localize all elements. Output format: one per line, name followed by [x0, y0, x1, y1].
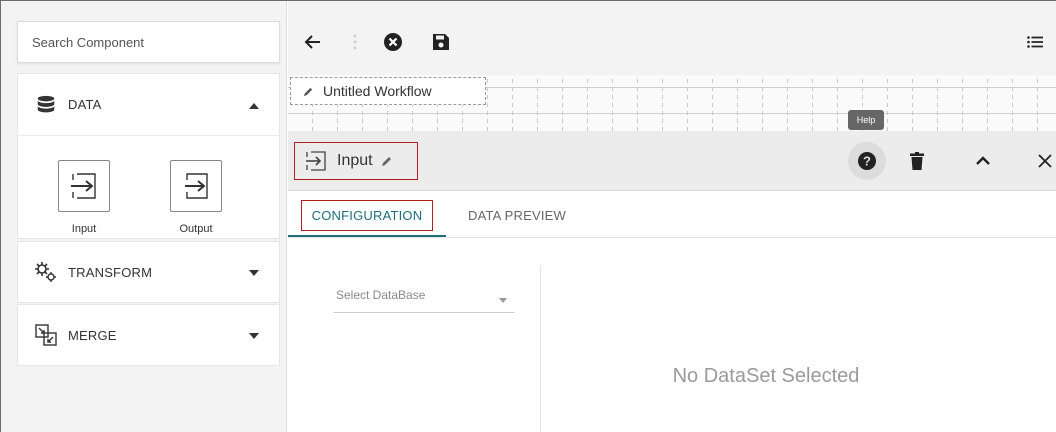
node-title-text: Input [337, 152, 373, 169]
delete-icon[interactable] [904, 148, 930, 174]
merge-section-header[interactable]: MERGE [18, 305, 279, 365]
component-input-label: Input [71, 223, 97, 235]
merge-section-label: MERGE [68, 327, 117, 343]
caret-down-icon[interactable] [249, 263, 259, 281]
pencil-icon[interactable] [381, 155, 393, 167]
save-icon[interactable] [430, 31, 452, 53]
help-tooltip: Help [848, 110, 884, 130]
input-arrow-icon[interactable] [58, 160, 110, 212]
close-circle-icon[interactable] [382, 31, 404, 53]
close-icon[interactable] [1032, 148, 1056, 174]
select-database-placeholder: Select DataBase [336, 287, 426, 302]
help-icon[interactable]: ? [848, 142, 886, 180]
data-section-header[interactable]: DATA [18, 74, 279, 136]
node-title[interactable]: Input [294, 142, 418, 180]
component-output[interactable]: Output [166, 160, 226, 235]
collapse-icon[interactable] [970, 148, 996, 174]
database-icon [34, 93, 58, 117]
node-header: Input ? [288, 131, 1056, 191]
tab-configuration[interactable]: CONFIGURATION [300, 192, 434, 238]
workflow-main: Untitled Workflow Help Input ? CONFIGURA… [288, 1, 1056, 432]
active-tab-indicator [288, 235, 446, 237]
search-component-input[interactable] [32, 34, 265, 50]
data-components: Input Output [54, 160, 278, 235]
caret-down-icon[interactable] [249, 326, 259, 344]
kebab-menu-icon[interactable] [344, 31, 366, 53]
search-component-field[interactable] [17, 21, 280, 63]
data-section: DATA Input Output [17, 73, 280, 239]
component-sidebar: DATA Input Output [1, 1, 287, 432]
workflow-toolbar [288, 1, 1056, 75]
select-database-dropdown[interactable]: Select DataBase [333, 277, 515, 313]
caret-up-icon[interactable] [249, 96, 259, 114]
merge-section: MERGE [17, 304, 280, 366]
tab-configuration-label: CONFIGURATION [300, 199, 434, 231]
merge-icon [34, 323, 58, 347]
input-arrow-icon [305, 150, 327, 172]
component-input[interactable]: Input [54, 160, 114, 235]
component-output-label: Output [179, 223, 213, 235]
workflow-title[interactable]: Untitled Workflow [290, 77, 486, 105]
transform-section-label: TRANSFORM [68, 264, 153, 280]
svg-text:?: ? [863, 154, 871, 169]
gears-icon [34, 260, 58, 284]
tab-data-preview-label: DATA PREVIEW [468, 207, 566, 223]
list-menu-icon[interactable] [1024, 31, 1046, 53]
workflow-title-text: Untitled Workflow [323, 83, 432, 99]
output-arrow-icon[interactable] [170, 160, 222, 212]
transform-section-header[interactable]: TRANSFORM [18, 242, 279, 302]
panel-divider [540, 265, 541, 432]
transform-section: TRANSFORM [17, 241, 280, 303]
tab-data-preview[interactable]: DATA PREVIEW [468, 192, 566, 238]
data-section-label: DATA [68, 97, 102, 112]
dropdown-arrow-icon [499, 292, 507, 306]
empty-dataset-message: No DataSet Selected [672, 365, 860, 387]
node-tabs: CONFIGURATION DATA PREVIEW [288, 192, 1056, 238]
pencil-icon [303, 86, 314, 97]
back-arrow-icon[interactable] [302, 31, 324, 53]
